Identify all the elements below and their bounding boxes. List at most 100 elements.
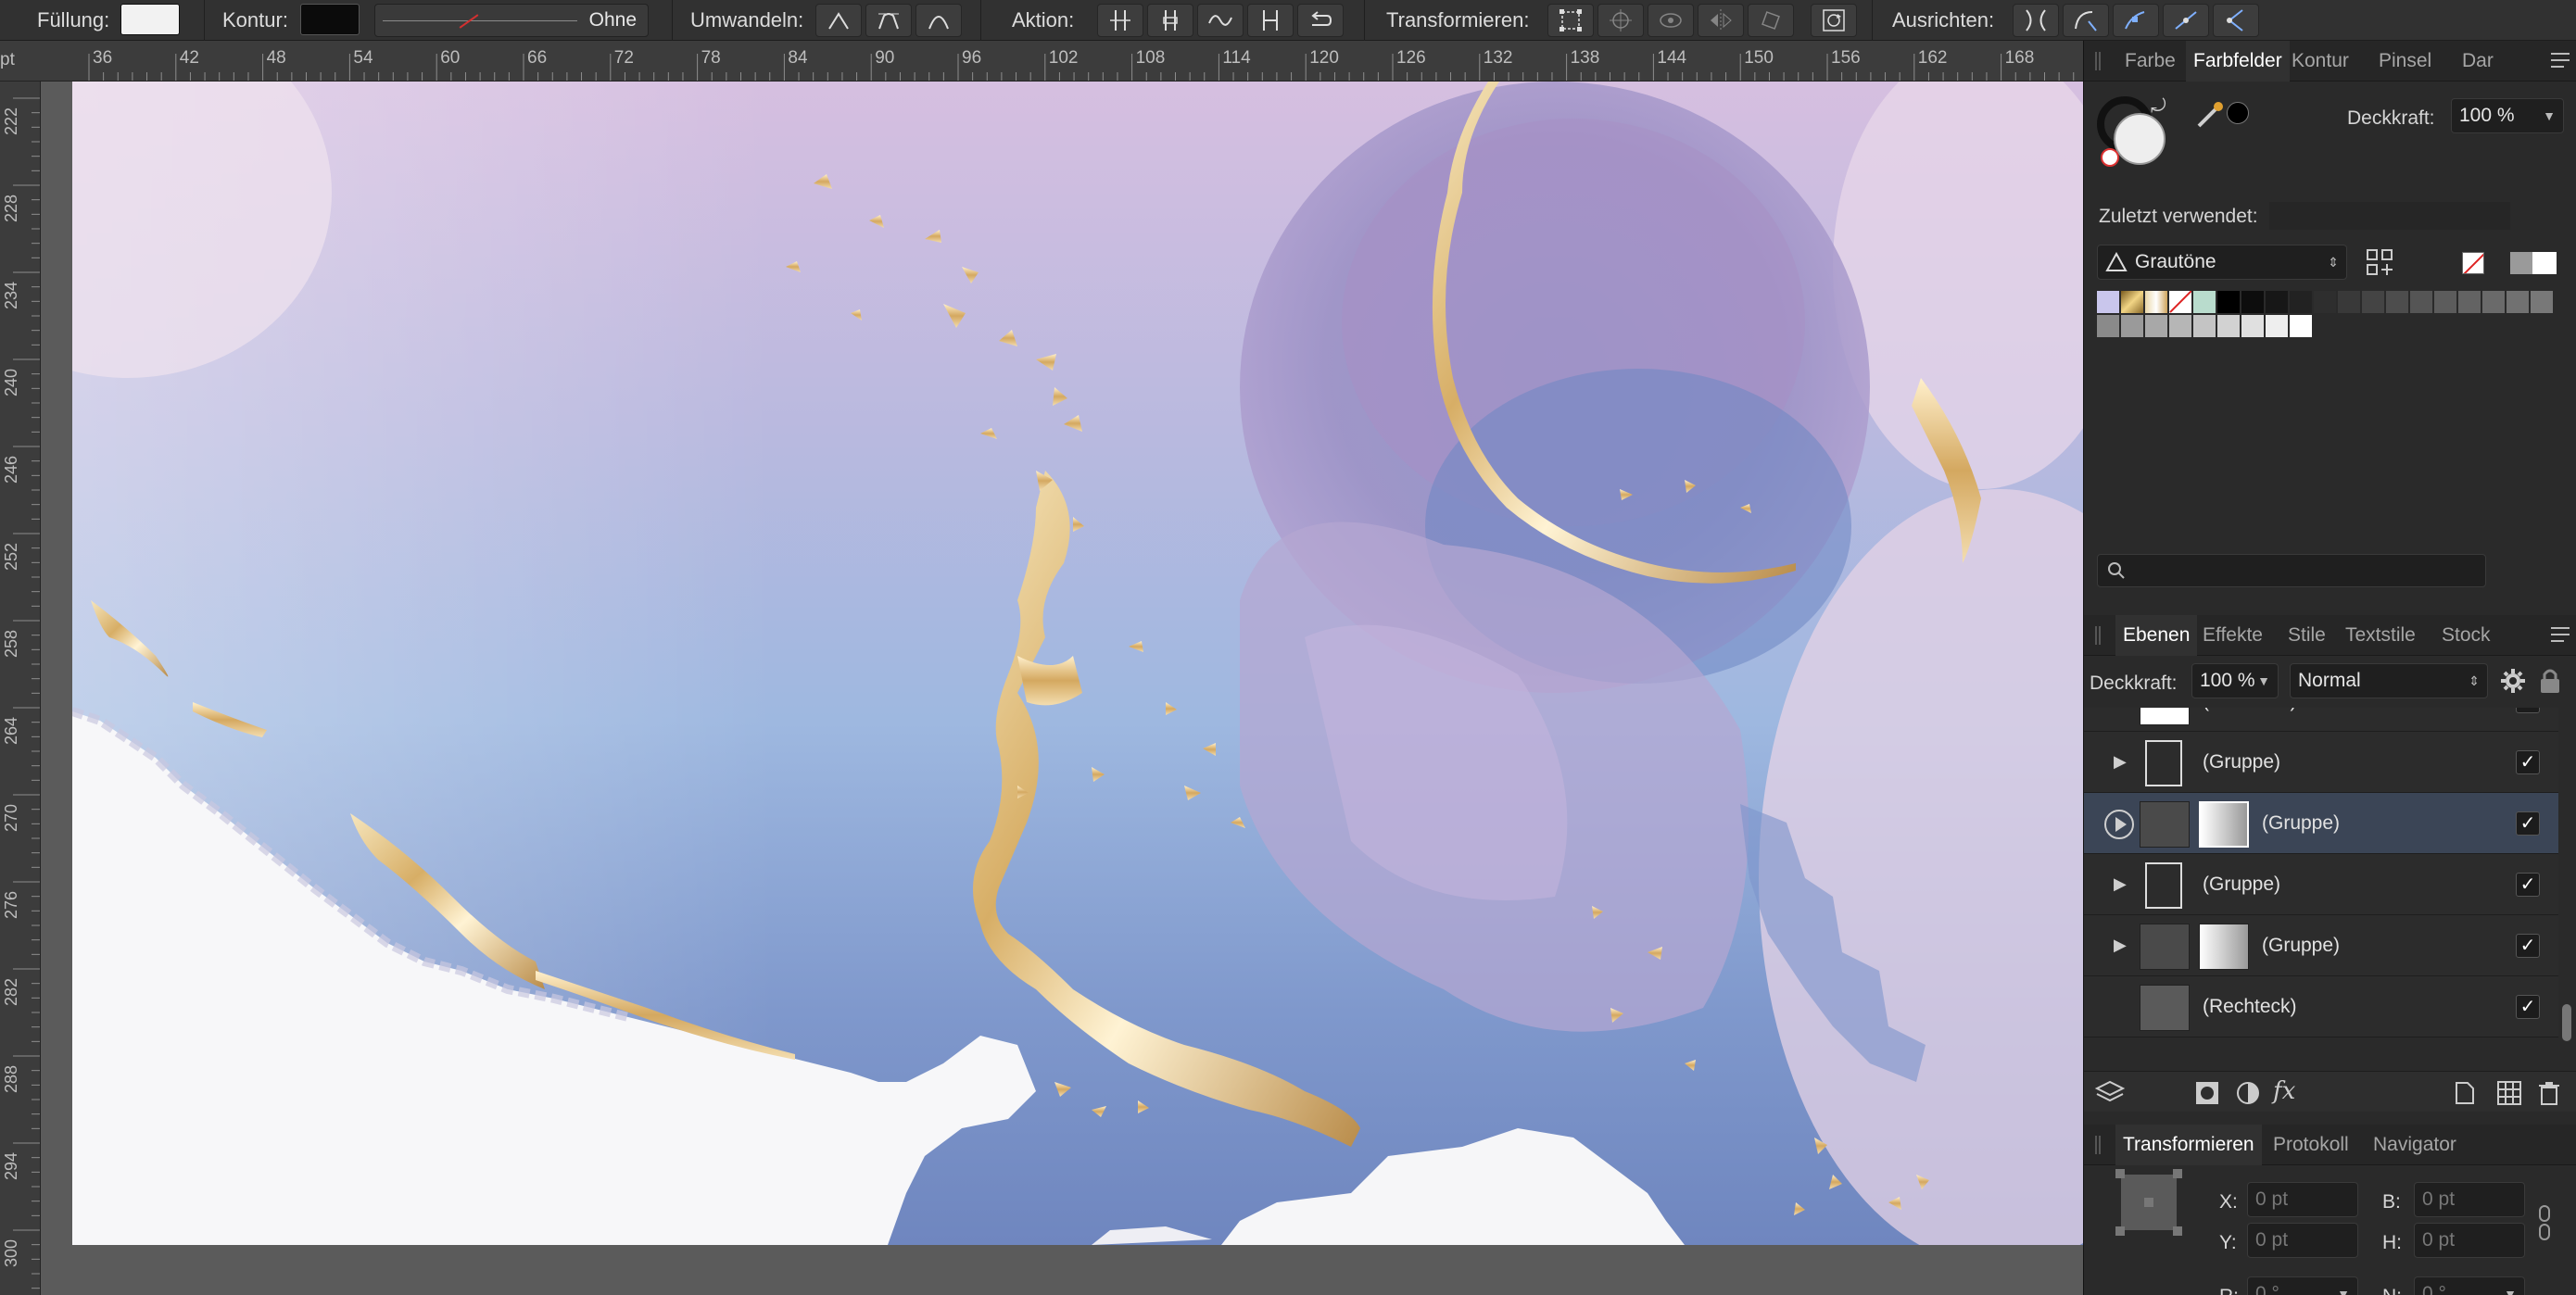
tab-transformieren[interactable]: Transformieren — [2115, 1125, 2262, 1165]
expand-triangle-icon[interactable]: ▶ — [2114, 874, 2127, 894]
fill-color-swatch[interactable] — [120, 4, 180, 35]
layers-scrollbar[interactable] — [2562, 1004, 2571, 1041]
layer-row[interactable]: (Rechteck) ✓ — [2084, 708, 2558, 732]
width-field[interactable]: 0 pt — [2414, 1182, 2525, 1217]
swatch[interactable] — [2338, 291, 2360, 313]
play-circle-icon[interactable] — [2104, 810, 2134, 839]
panel-grip[interactable] — [2095, 1136, 2101, 1154]
lock-icon[interactable] — [2538, 667, 2562, 695]
convert-smooth-button[interactable] — [865, 4, 912, 37]
x-field[interactable]: 0 pt — [2247, 1182, 2358, 1217]
layer-visibility-checkbox[interactable]: ✓ — [2516, 750, 2540, 774]
gray-swatch[interactable] — [2510, 252, 2534, 274]
swatch[interactable] — [2362, 291, 2384, 313]
expand-triangle-icon[interactable]: ▶ — [2114, 752, 2127, 772]
pen-tangent-button[interactable] — [2163, 4, 2209, 37]
swatches-opacity-field[interactable]: 100 % ▼ — [2451, 98, 2564, 133]
none-color-swatch[interactable] — [2462, 252, 2484, 274]
swatch[interactable] — [2386, 291, 2408, 313]
artboard[interactable] — [72, 82, 2083, 1245]
palette-dropdown[interactable]: Grautöne ⇕ — [2097, 245, 2347, 280]
palette-options-icon[interactable] — [2366, 248, 2395, 278]
mask-icon[interactable] — [2195, 1081, 2219, 1105]
show-hidden-button[interactable] — [1648, 4, 1694, 37]
vertical-ruler[interactable]: 222 228 234 240 246 252 258 264 270 276 282 288 294 3… — [0, 82, 41, 1295]
stroke-width-field[interactable]: Ohne — [374, 4, 649, 37]
swatch[interactable] — [2241, 291, 2264, 313]
recent-colors-strip[interactable] — [2269, 202, 2510, 230]
shear-field[interactable]: 0 ° ▼ — [2414, 1276, 2525, 1295]
reverse-curve-button[interactable] — [1297, 4, 1344, 37]
layers-list[interactable]: (Rechteck) ✓ ▶ (Gruppe) ✓ (Gruppe) ✓ ▶ (… — [2084, 708, 2558, 1071]
pixel-layer-icon[interactable] — [2497, 1081, 2521, 1105]
eyedropper-icon[interactable] — [2193, 98, 2227, 132]
layers-opacity-field[interactable]: 100 % ▼ — [2191, 663, 2279, 698]
pen-node-button[interactable] — [2113, 4, 2159, 37]
swatch[interactable] — [2290, 315, 2312, 337]
layer-visibility-checkbox[interactable]: ✓ — [2516, 811, 2540, 836]
layer-row[interactable]: ▶ (Gruppe) ✓ — [2084, 854, 2558, 915]
fill-well[interactable] — [2114, 113, 2166, 165]
tab-effekte[interactable]: Effekte — [2203, 615, 2263, 656]
transform-origin-button[interactable] — [1597, 4, 1644, 37]
tab-pinsel[interactable]: Pinsel — [2379, 41, 2431, 82]
layers-stack-icon[interactable] — [2093, 1075, 2127, 1109]
join-curves-button[interactable] — [1247, 4, 1294, 37]
swatch[interactable] — [2314, 291, 2336, 313]
smooth-curve-button[interactable] — [1197, 4, 1244, 37]
expand-triangle-icon[interactable]: ▶ — [2114, 936, 2127, 955]
adjustment-icon[interactable] — [2236, 1081, 2260, 1105]
trash-icon[interactable] — [2538, 1081, 2560, 1105]
blend-mode-dropdown[interactable]: Normal ⇕ — [2290, 663, 2488, 698]
tab-navigator[interactable]: Navigator — [2373, 1125, 2456, 1165]
swatch[interactable] — [2121, 315, 2143, 337]
pen-curve-button[interactable] — [2063, 4, 2109, 37]
new-document-icon[interactable] — [2455, 1081, 2475, 1105]
align-snap-button[interactable] — [2013, 4, 2059, 37]
tab-stock[interactable]: Stock — [2442, 615, 2491, 656]
swatch[interactable] — [2145, 291, 2167, 313]
horizontal-ruler[interactable]: pt 36 42 48 54 60 66 72 78 84 90 96 102 108 114 120 126… — [0, 41, 2083, 82]
convert-sharp-button[interactable] — [815, 4, 862, 37]
panel-menu-icon[interactable] — [2551, 626, 2570, 643]
swatch[interactable] — [2217, 315, 2240, 337]
break-curve-button[interactable] — [1097, 4, 1143, 37]
gear-icon[interactable] — [2499, 667, 2527, 695]
layer-visibility-checkbox[interactable]: ✓ — [2516, 934, 2540, 958]
convert-smart-button[interactable] — [915, 4, 962, 37]
tab-farbfelder[interactable]: Farbfelder — [2186, 41, 2290, 82]
close-curve-button[interactable] — [1147, 4, 1193, 37]
panel-grip[interactable] — [2095, 626, 2101, 645]
stroke-color-swatch[interactable] — [300, 4, 360, 35]
swatch[interactable] — [2193, 291, 2216, 313]
swatch[interactable] — [2458, 291, 2481, 313]
tab-textstile[interactable]: Textstile — [2345, 615, 2416, 656]
swatch[interactable] — [2482, 291, 2505, 313]
swatch[interactable] — [2193, 315, 2216, 337]
layer-row[interactable]: (Rechteck) ✓ — [2084, 976, 2558, 1037]
white-swatch[interactable] — [2532, 252, 2557, 274]
height-field[interactable]: 0 pt — [2414, 1223, 2525, 1258]
link-chain-icon[interactable] — [2536, 1204, 2553, 1241]
swatch[interactable] — [2169, 291, 2191, 313]
layer-row[interactable]: ▶ (Gruppe) ✓ — [2084, 915, 2558, 976]
fill-stroke-wells[interactable]: ⤾ — [2097, 96, 2175, 174]
swatch[interactable] — [2410, 291, 2432, 313]
layer-visibility-checkbox[interactable]: ✓ — [2516, 873, 2540, 897]
anchor-selector[interactable] — [2112, 1165, 2186, 1239]
layer-visibility-checkbox[interactable]: ✓ — [2516, 995, 2540, 1019]
tab-dar[interactable]: Dar — [2462, 41, 2494, 82]
flip-button[interactable] — [1698, 4, 1744, 37]
transform-selection-box-button[interactable] — [1547, 4, 1594, 37]
panel-menu-icon[interactable] — [2551, 52, 2570, 69]
tab-protokoll[interactable]: Protokoll — [2273, 1125, 2349, 1165]
rotation-field[interactable]: 0 ° ▼ — [2247, 1276, 2358, 1295]
document-canvas[interactable] — [41, 82, 2083, 1295]
tab-stile[interactable]: Stile — [2288, 615, 2326, 656]
reset-transform-button[interactable] — [1811, 4, 1857, 37]
layer-visibility-checkbox[interactable]: ✓ — [2516, 708, 2540, 713]
tab-farbe[interactable]: Farbe — [2125, 41, 2176, 82]
pen-vector-button[interactable] — [2213, 4, 2259, 37]
swap-icon[interactable]: ⤾ — [2151, 96, 2166, 118]
swatch[interactable] — [2266, 291, 2288, 313]
